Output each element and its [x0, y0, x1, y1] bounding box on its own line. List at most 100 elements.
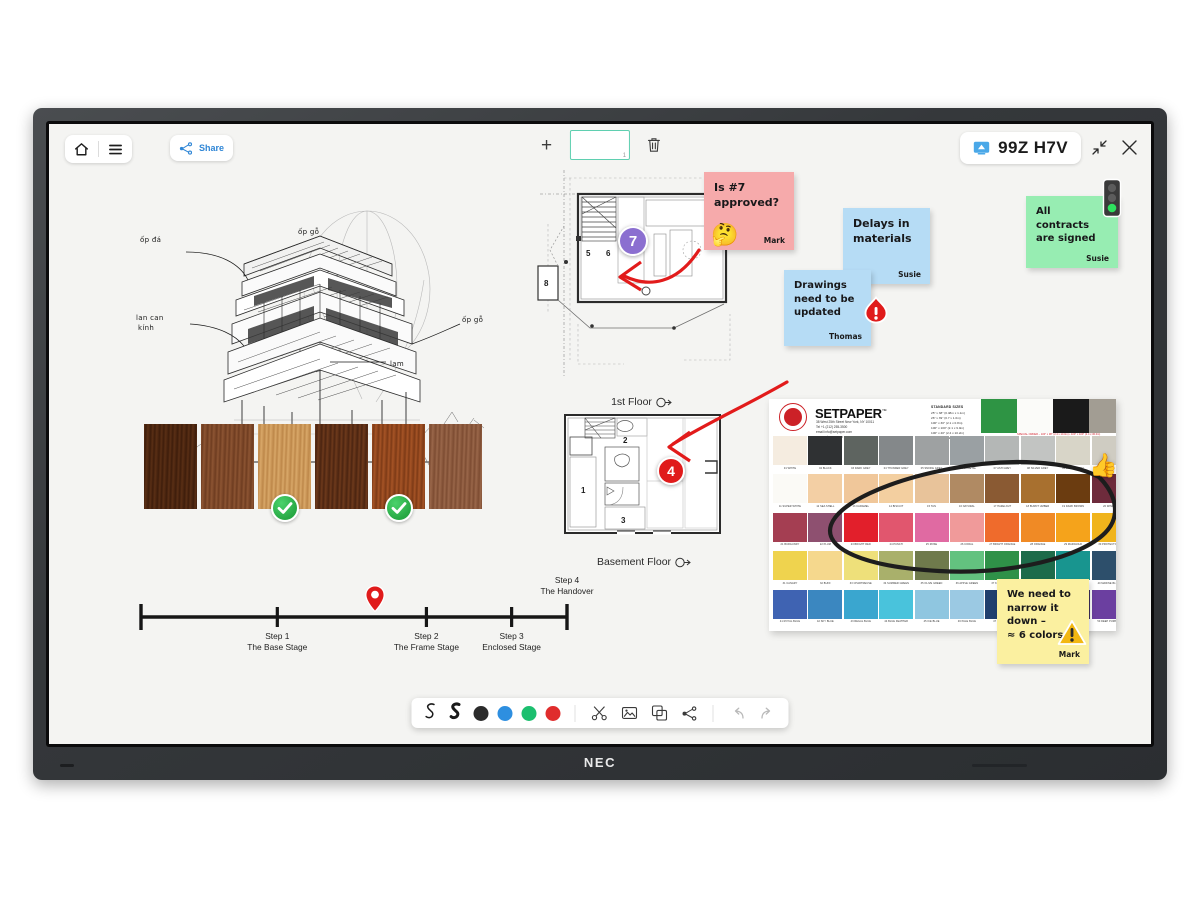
color-swatch-cell[interactable]: 20 WINE	[1092, 474, 1116, 511]
color-swatch-cell[interactable]: 23 BRIGHT RED	[844, 513, 878, 550]
color-swatch	[950, 474, 984, 503]
note-green-text: All contracts are signed	[1036, 205, 1108, 246]
color-swatch-cell[interactable]: 28 ORANGE	[1021, 513, 1055, 550]
color-swatch-cell[interactable]: 07 ASH GREY	[985, 436, 1019, 473]
pen-color-green[interactable]	[522, 706, 537, 721]
color-swatch-cell[interactable]: 01 WHITE	[773, 436, 807, 473]
thin-pen-icon[interactable]	[424, 702, 438, 725]
floorplan-2-marker[interactable]: 4	[657, 457, 685, 485]
home-icon[interactable]	[65, 135, 98, 163]
color-swatch-cell[interactable]: 17 HAZELNUT	[985, 474, 1019, 511]
color-swatch-cell[interactable]: 24 PUNCH	[879, 513, 913, 550]
color-swatch-cell[interactable]: 13 CARAMEL	[844, 474, 878, 511]
collapse-arrows-icon[interactable]	[1091, 139, 1108, 161]
share-nodes-icon[interactable]	[680, 704, 699, 723]
pen-color-black[interactable]	[474, 706, 489, 721]
duplicate-icon[interactable]	[650, 704, 669, 723]
color-swatch-cell[interactable]: 18 BURNT UMBER	[1021, 474, 1055, 511]
color-swatch-cell[interactable]: 35 OLIVE GREEN	[915, 551, 949, 588]
color-swatch-cell[interactable]: 06 GUNMETAL	[950, 436, 984, 473]
color-swatch-name: 12 SEA SHELL	[808, 503, 842, 508]
floorplan-1-marker[interactable]: 7	[618, 226, 648, 256]
color-swatch-cell[interactable]: 22 PLUM	[808, 513, 842, 550]
scissors-icon[interactable]	[590, 704, 609, 723]
page-thumbnail-1[interactable]: 1	[570, 130, 630, 160]
color-swatch	[808, 590, 842, 619]
color-swatch-cell[interactable]: 34 SUMMER GREEN	[879, 551, 913, 588]
color-swatch-name: 11 SUPER WHITE	[773, 503, 807, 508]
top-swatch[interactable]	[981, 399, 1017, 433]
north-arrow-icon	[675, 557, 691, 568]
color-swatch-cell[interactable]: 03 DARK GREY	[844, 436, 878, 473]
sticky-note-green[interactable]: All contracts are signed Susie	[1026, 196, 1118, 268]
close-x-icon[interactable]	[1120, 138, 1139, 162]
color-swatch-cell[interactable]: 46 PALE BLUE	[950, 590, 984, 627]
pen-color-red[interactable]	[546, 706, 561, 721]
color-swatch-cell[interactable]: 36 APPLE GREEN	[950, 551, 984, 588]
color-swatch-cell[interactable]: 26 CORAL	[950, 513, 984, 550]
wood-sample-light-oak[interactable]	[258, 424, 311, 509]
timeline-step-num: Step 3	[457, 631, 567, 642]
color-swatch-cell[interactable]: 05 SMOKE GREY	[915, 436, 949, 473]
whiteboard-app-screen: ốp đá ốp gỗ lan can kính lam ốp gỗ 5 6 8…	[49, 124, 1151, 744]
image-icon[interactable]	[620, 704, 639, 723]
wood-sample-medium-walnut[interactable]	[201, 424, 254, 509]
color-swatch-cell[interactable]: 33 CHARTREUSE	[844, 551, 878, 588]
add-page-button[interactable]: +	[537, 134, 556, 157]
wood-sample-warm-cherry[interactable]	[372, 424, 425, 509]
color-swatch-cell[interactable]: 32 BUFF	[808, 551, 842, 588]
undo-icon[interactable]	[728, 704, 747, 723]
color-swatch-cell[interactable]: 29 MARIGOLD	[1056, 513, 1090, 550]
color-swatch-cell[interactable]: 04 THUNDER GREY	[879, 436, 913, 473]
color-swatch-name: 42 SKY BLUE	[808, 619, 842, 624]
color-swatch-cell[interactable]: 19 DARK BROWN	[1056, 474, 1090, 511]
color-swatch-cell[interactable]: 30 PROTECTOR	[1092, 513, 1116, 550]
top-swatch[interactable]	[1017, 399, 1053, 433]
redo-icon[interactable]	[758, 704, 777, 723]
sticky-note-yellow[interactable]: We need to narrow it down – ≈ 6 colors M…	[997, 579, 1089, 664]
color-swatch-cell[interactable]: 42 SKY BLUE	[808, 590, 842, 627]
color-swatch-cell[interactable]: 15 TAN	[915, 474, 949, 511]
color-chart-top-swatches[interactable]	[981, 399, 1116, 433]
color-swatch-cell[interactable]: 14 BISCUIT	[879, 474, 913, 511]
wood-sample-natural-teak[interactable]	[429, 424, 482, 509]
share-button[interactable]: Share	[170, 135, 233, 161]
color-swatch-cell[interactable]: 27 BRIGHT ORANGE	[985, 513, 1019, 550]
color-swatch-cell[interactable]: 08 SILVER GREY	[1021, 436, 1055, 473]
color-swatch-name: 50 DEEP PURPLE	[1092, 619, 1116, 624]
thick-pen-icon[interactable]	[449, 702, 463, 725]
pen-color-blue[interactable]	[498, 706, 513, 721]
wood-sample-deep-mahogany[interactable]	[315, 424, 368, 509]
color-swatch-cell[interactable]: 31 CANARY	[773, 551, 807, 588]
color-swatch-cell[interactable]: 11 SUPER WHITE	[773, 474, 807, 511]
floorplan-basement[interactable]: 1 2 3 4 Basement Floor	[559, 409, 729, 569]
wood-sample-dark-walnut[interactable]	[144, 424, 197, 509]
trash-icon[interactable]	[644, 136, 663, 155]
wood-sample-row[interactable]	[144, 424, 482, 509]
project-timeline[interactable]: Step 1The Base StageStep 2The Frame Stag…	[134, 569, 574, 664]
color-swatch-cell[interactable]: 16 NATURAL	[950, 474, 984, 511]
trademark-mark: ™	[882, 409, 887, 415]
top-swatch[interactable]	[1053, 399, 1089, 433]
color-swatch-cell[interactable]: 09 STUDIO GREY	[1056, 436, 1090, 473]
sticky-note-pink[interactable]: Is #7 approved? 🤔 Mark	[704, 172, 794, 250]
session-code-pill[interactable]: 99Z H7V	[960, 132, 1081, 164]
color-swatch-cell[interactable]: 02 BLACK	[808, 436, 842, 473]
color-swatch-cell[interactable]: 12 SEA SHELL	[808, 474, 842, 511]
sticky-note-blue-drawings[interactable]: Drawings need to be updated Thomas	[784, 270, 871, 346]
top-swatch[interactable]	[1089, 399, 1116, 433]
color-swatch-cell[interactable]: 21 BURGUNDY	[773, 513, 807, 550]
map-pin-icon[interactable]	[365, 585, 385, 612]
color-swatch-cell[interactable]: 50 DEEP PURPLE	[1092, 590, 1116, 627]
color-swatch-cell[interactable]: 44 BLUE FEATHER	[879, 590, 913, 627]
hamburger-menu-icon[interactable]	[99, 135, 132, 163]
whiteboard-canvas[interactable]: ốp đá ốp gỗ lan can kính lam ốp gỗ 5 6 8…	[49, 124, 1151, 744]
color-swatch-cell[interactable]: 41 ROYAL BLUE	[773, 590, 807, 627]
color-swatch-cell[interactable]: 45 ICE BLUE	[915, 590, 949, 627]
color-swatch-name: 20 WINE	[1092, 503, 1116, 508]
color-swatch-cell[interactable]: 40 MARINE BLUE	[1092, 551, 1116, 588]
color-swatch	[844, 436, 878, 465]
color-swatch-cell[interactable]: 43 REGAL BLUE	[844, 590, 878, 627]
color-swatch-cell[interactable]: 25 ROSE	[915, 513, 949, 550]
color-swatch-name: 23 BRIGHT RED	[844, 542, 878, 547]
